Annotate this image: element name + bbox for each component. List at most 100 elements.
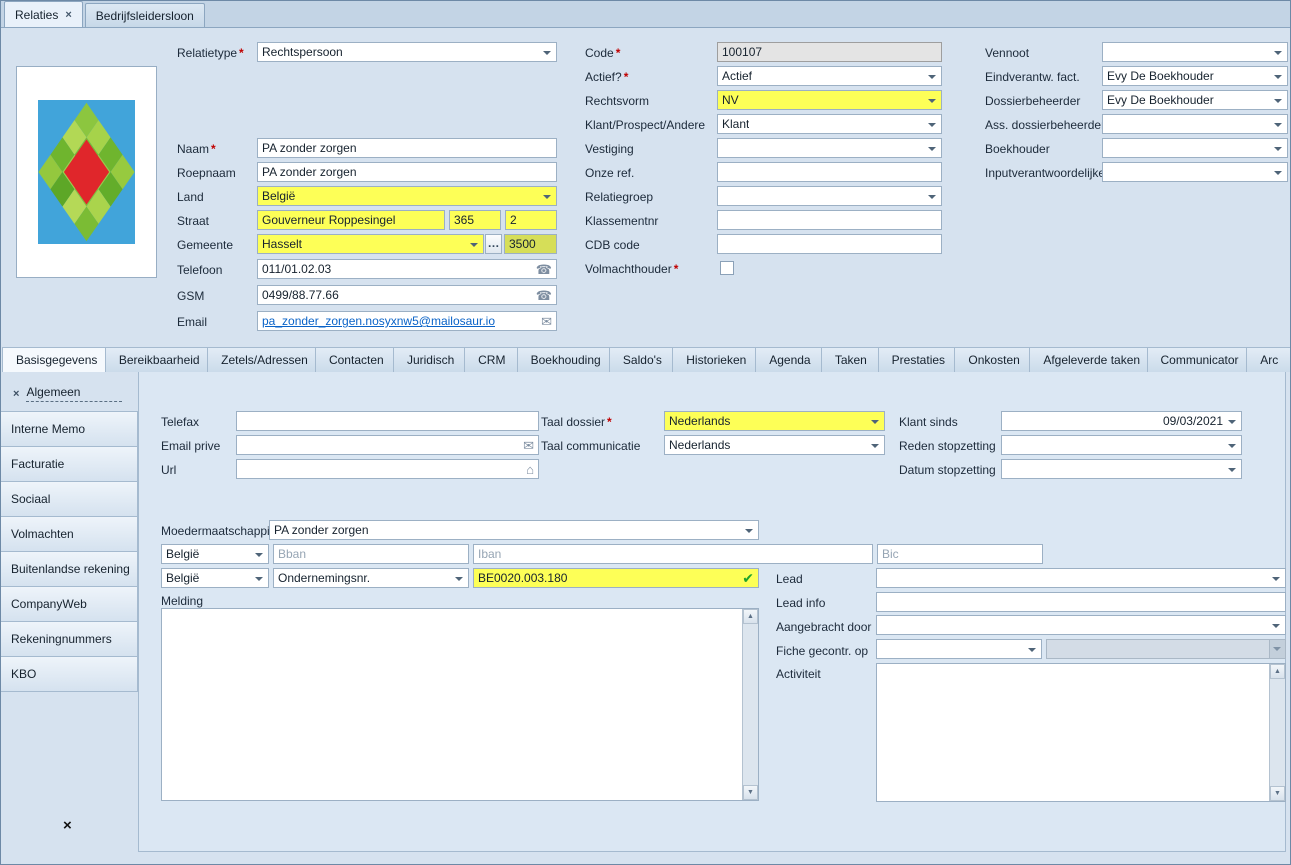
activiteit-textarea[interactable]: ▲ ▼	[876, 663, 1286, 802]
datum-stopzetting-datepicker[interactable]	[1001, 459, 1242, 479]
tab-boekhouding[interactable]: Boekhouding	[518, 347, 610, 372]
tab-zetels-adressen[interactable]: Zetels/Adressen	[208, 347, 316, 372]
iban-input[interactable]: Iban	[473, 544, 873, 564]
chevron-down-icon[interactable]	[1228, 468, 1236, 472]
vennoot-combobox[interactable]	[1102, 42, 1288, 62]
naam-input[interactable]: PA zonder zorgen	[257, 138, 557, 158]
tab-prestaties[interactable]: Prestaties	[879, 347, 956, 372]
scroll-up-icon[interactable]: ▲	[743, 609, 758, 624]
tab-onkosten[interactable]: Onkosten	[955, 347, 1030, 372]
onze-ref-input[interactable]	[717, 162, 942, 182]
chevron-down-icon[interactable]	[543, 51, 551, 55]
telefax-input[interactable]	[236, 411, 539, 431]
sidebar-item-sociaal[interactable]: Sociaal	[1, 482, 138, 517]
tab-crm[interactable]: CRM	[465, 347, 517, 372]
chevron-down-icon[interactable]	[1274, 147, 1282, 151]
klassementnr-input[interactable]	[717, 210, 942, 230]
tab-communicator[interactable]: Communicator	[1148, 347, 1248, 372]
ass-dossierbeheerder-combobox[interactable]	[1102, 114, 1288, 134]
gemeente-combobox[interactable]: Hasselt	[257, 234, 484, 254]
sidebar-item-facturatie[interactable]: Facturatie	[1, 447, 138, 482]
tab-afgeleverde-taken[interactable]: Afgeleverde taken	[1030, 347, 1147, 372]
relatiegroep-combobox[interactable]	[717, 186, 942, 206]
url-input[interactable]: ⌂	[236, 459, 539, 479]
klant-sinds-datepicker[interactable]: 09/03/2021	[1001, 411, 1242, 431]
phone-icon[interactable]: ☎	[536, 286, 552, 305]
melding-textarea[interactable]: ▲ ▼	[161, 608, 759, 801]
ondernemingsnr-input[interactable]: BE0020.003.180✔	[473, 568, 759, 588]
tab-archief[interactable]: Arc	[1247, 347, 1291, 372]
chevron-down-icon[interactable]	[470, 243, 478, 247]
email-link[interactable]: pa_zonder_zorgen.nosyxnw5@mailosaur.io	[262, 312, 495, 330]
chevron-down-icon[interactable]	[1272, 577, 1280, 581]
sidebar-item-rekeningnummers[interactable]: Rekeningnummers	[1, 622, 138, 657]
relatietype-combobox[interactable]: Rechtspersoon	[257, 42, 557, 62]
chevron-down-icon[interactable]	[1272, 624, 1280, 628]
close-icon[interactable]: ×	[63, 817, 72, 834]
sidebar-item-kbo[interactable]: KBO	[1, 657, 138, 692]
sidebar-item-buitenlandse-rekening[interactable]: Buitenlandse rekening	[1, 552, 138, 587]
straat-input[interactable]: Gouverneur Roppesingel	[257, 210, 445, 230]
boekhouder-combobox[interactable]	[1102, 138, 1288, 158]
home-icon[interactable]: ⌂	[526, 460, 534, 479]
phone-icon[interactable]: ☎	[536, 260, 552, 279]
chevron-down-icon[interactable]	[928, 75, 936, 79]
scroll-up-icon[interactable]: ▲	[1270, 664, 1285, 679]
chevron-down-icon[interactable]	[1274, 51, 1282, 55]
sidebar-item-companyweb[interactable]: CompanyWeb	[1, 587, 138, 622]
bus-input[interactable]: 2	[505, 210, 557, 230]
chevron-down-icon[interactable]	[1228, 444, 1236, 448]
ondernemingsnr-land-combobox[interactable]: België	[161, 568, 269, 588]
tab-agenda[interactable]: Agenda	[756, 347, 822, 372]
chevron-down-icon[interactable]	[1274, 75, 1282, 79]
bban-input[interactable]: Bban	[273, 544, 469, 564]
bic-input[interactable]: Bic	[877, 544, 1043, 564]
sidebar-item-interne-memo[interactable]: Interne Memo	[1, 412, 138, 447]
ondernemingsnr-type-combobox[interactable]: Ondernemingsnr.	[273, 568, 469, 588]
tab-taken[interactable]: Taken	[822, 347, 879, 372]
chevron-down-icon[interactable]	[928, 195, 936, 199]
huisnummer-input[interactable]: 365	[449, 210, 501, 230]
scroll-down-icon[interactable]: ▼	[743, 785, 758, 800]
mail-icon[interactable]: ✉	[523, 436, 534, 455]
chevron-down-icon[interactable]	[745, 529, 753, 533]
chevron-down-icon[interactable]	[871, 420, 879, 424]
chevron-down-icon[interactable]	[1028, 648, 1036, 652]
tab-historieken[interactable]: Historieken	[673, 347, 756, 372]
bank-land-combobox[interactable]: België	[161, 544, 269, 564]
moedermaatschappij-combobox[interactable]: PA zonder zorgen	[269, 520, 759, 540]
email-field[interactable]: pa_zonder_zorgen.nosyxnw5@mailosaur.io ✉	[257, 311, 557, 331]
tab-basisgegevens[interactable]: Basisgegevens	[2, 347, 106, 372]
sidebar-section-algemeen[interactable]: Algemeen	[26, 385, 122, 402]
chevron-down-icon[interactable]	[255, 553, 263, 557]
chevron-down-icon[interactable]	[255, 577, 263, 581]
tab-bedrijfsleidersloon[interactable]: Bedrijfsleidersloon	[85, 3, 205, 27]
aangebracht-door-combobox[interactable]	[876, 615, 1286, 635]
mail-icon[interactable]: ✉	[541, 312, 552, 331]
inputverantwoordelijke-combobox[interactable]	[1102, 162, 1288, 182]
dossierbeheerder-combobox[interactable]: Evy De Boekhouder	[1102, 90, 1288, 110]
gsm-input[interactable]: 0499/88.77.66☎	[257, 285, 557, 305]
vestiging-combobox[interactable]	[717, 138, 942, 158]
scroll-down-icon[interactable]: ▼	[1270, 786, 1285, 801]
lead-combobox[interactable]	[876, 568, 1286, 588]
melding-scrollbar[interactable]: ▲ ▼	[742, 609, 758, 800]
chevron-down-icon[interactable]	[455, 577, 463, 581]
chevron-down-icon[interactable]	[871, 444, 879, 448]
volmachthouder-checkbox[interactable]	[720, 261, 734, 275]
eindverantw-fact-combobox[interactable]: Evy De Boekhouder	[1102, 66, 1288, 86]
gemeente-lookup-button[interactable]: …	[485, 234, 502, 254]
lead-info-input[interactable]	[876, 592, 1286, 612]
rechtsvorm-combobox[interactable]: NV	[717, 90, 942, 110]
chevron-down-icon[interactable]	[1274, 171, 1282, 175]
chevron-down-icon[interactable]	[928, 123, 936, 127]
roepnaam-input[interactable]: PA zonder zorgen	[257, 162, 557, 182]
chevron-down-icon[interactable]	[1228, 420, 1236, 424]
tab-saldos[interactable]: Saldo's	[610, 347, 673, 372]
close-icon[interactable]: ×	[13, 388, 19, 400]
activiteit-scrollbar[interactable]: ▲ ▼	[1269, 664, 1285, 801]
cdb-code-input[interactable]	[717, 234, 942, 254]
tab-relaties[interactable]: Relaties ×	[4, 1, 83, 27]
email-prive-input[interactable]: ✉	[236, 435, 539, 455]
chevron-down-icon[interactable]	[1274, 99, 1282, 103]
